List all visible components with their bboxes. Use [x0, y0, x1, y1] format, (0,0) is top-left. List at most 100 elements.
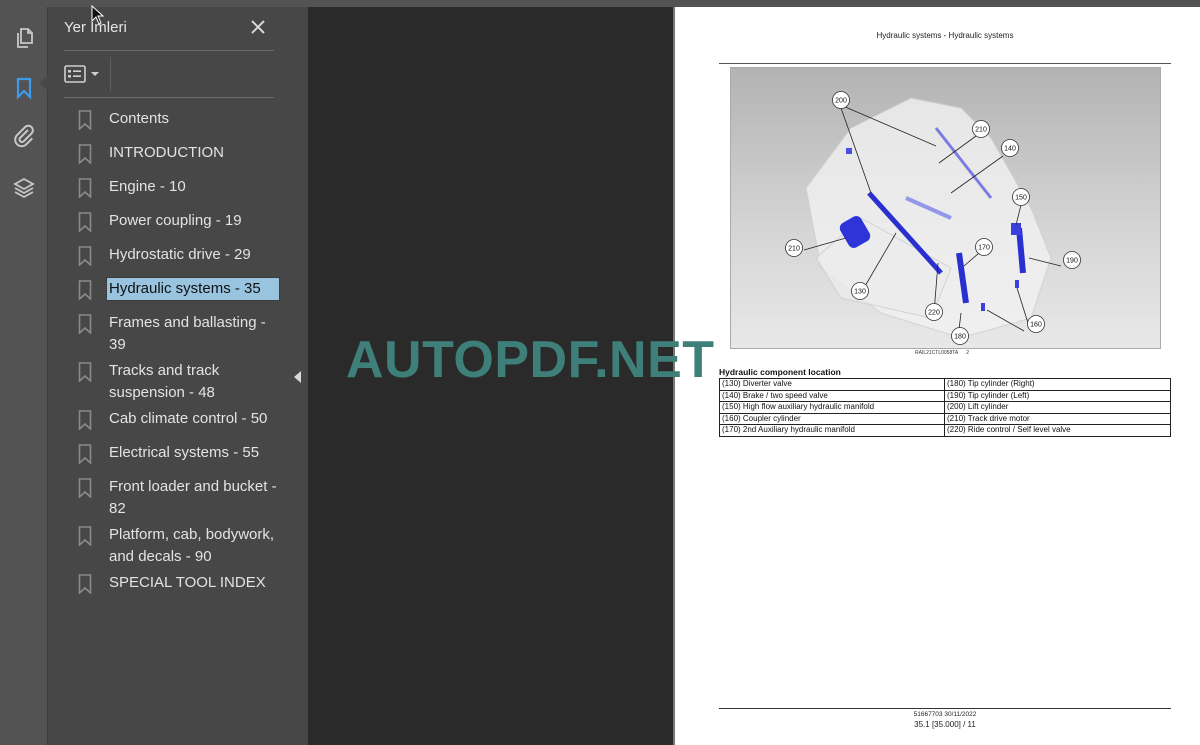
footer-rule: [719, 708, 1171, 709]
mouse-cursor-icon: [91, 5, 105, 25]
table-cell: (180) Tip cylinder (Right): [944, 378, 1171, 391]
bookmark-item-selected[interactable]: Hydraulic systems - 35: [78, 277, 288, 301]
svg-text:210: 210: [788, 246, 800, 253]
svg-text:190: 190: [1066, 258, 1078, 265]
table-row: (170) 2nd Auxiliary hydraulic manifold (2…: [719, 424, 1171, 437]
page-header: Hydraulic systems - Hydraulic systems: [876, 31, 1014, 40]
table-cell: (170) 2nd Auxiliary hydraulic manifold: [719, 424, 945, 437]
document-viewport-background: [308, 7, 673, 745]
svg-text:210: 210: [975, 127, 987, 134]
callout-160: 160: [1027, 315, 1045, 333]
list-options-icon: [64, 65, 86, 83]
bookmark-icon: [78, 444, 92, 464]
footer-page-number: 35.1 [35.000] / 11: [914, 720, 976, 729]
page-thumbnails-button[interactable]: [9, 23, 39, 53]
divider: [110, 57, 111, 91]
table-cell: (150) High flow auxiliary hydraulic mani…: [719, 401, 945, 414]
bookmarks-button[interactable]: [9, 73, 39, 103]
callout-140: 140: [1001, 139, 1019, 157]
attachments-button[interactable]: [9, 121, 39, 151]
sidebar-rail: [0, 7, 48, 745]
bookmark-item[interactable]: Platform, cab, bodywork, and decals - 90: [78, 524, 288, 567]
footer-doc-id: 51667703 30/11/2022: [913, 711, 977, 718]
bookmark-icon: [78, 212, 92, 232]
bookmark-item[interactable]: Front loader and bucket - 82: [78, 476, 288, 519]
bookmark-icon: [78, 362, 92, 382]
table-cell: (200) Lift cylinder: [944, 401, 1171, 414]
bookmark-item[interactable]: Hydrostatic drive - 29: [78, 244, 288, 266]
pdf-page: Hydraulic systems - Hydraulic systems 20…: [673, 7, 1200, 745]
callout-150: 150: [1012, 188, 1030, 206]
bookmark-icon: [78, 478, 92, 498]
svg-text:150: 150: [1015, 195, 1027, 202]
bookmark-icon: [78, 574, 92, 594]
bookmark-list: Contents INTRODUCTION Engine - 10 Power …: [78, 108, 288, 594]
bookmark-item[interactable]: Frames and ballasting - 39: [78, 312, 273, 355]
bookmark-icon: [78, 144, 92, 164]
table-cell: (160) Coupler cylinder: [719, 412, 945, 425]
bookmark-icon: [78, 526, 92, 546]
table-row: (160) Coupler cylinder (210) Track drive …: [719, 412, 1171, 425]
table-cell: (210) Track drive motor: [944, 412, 1171, 425]
bookmark-label: Tracks and track suspension - 48: [109, 362, 220, 401]
callout-220: 220: [925, 303, 943, 321]
divider: [64, 97, 274, 98]
bookmark-icon: [78, 246, 92, 266]
attachment-icon: [14, 124, 34, 148]
table-row: (130) Diverter valve (180) Tip cylinder (…: [719, 378, 1171, 391]
active-panel-pointer: [40, 75, 48, 91]
collapse-panel-arrow-icon[interactable]: [294, 371, 301, 383]
callout-210: 210: [785, 239, 803, 257]
close-icon: [251, 20, 265, 34]
svg-text:130: 130: [854, 289, 866, 296]
divider: [64, 50, 274, 51]
figure-caption: RAIL21CTL0058TA 2: [915, 350, 969, 356]
callout-200: 200: [832, 91, 850, 109]
bookmark-label: Power coupling - 19: [109, 212, 242, 229]
table-cell: (140) Brake / two speed valve: [719, 389, 945, 402]
bookmark-label: Cab climate control - 50: [109, 410, 268, 427]
bookmark-item[interactable]: Tracks and track suspension - 48: [78, 360, 253, 403]
callout-130: 130: [851, 282, 869, 300]
bookmark-label: Front loader and bucket - 82: [109, 478, 277, 517]
table-cell: (130) Diverter valve: [719, 378, 945, 391]
bookmark-icon: [78, 110, 92, 130]
bookmark-item[interactable]: SPECIAL TOOL INDEX: [78, 572, 288, 594]
hydraulic-component-figure: 200 210 140 150 190 170 210 130 220 180 …: [730, 67, 1161, 349]
svg-text:220: 220: [928, 310, 940, 317]
bookmark-item[interactable]: Power coupling - 19: [78, 210, 288, 232]
bookmark-item[interactable]: Engine - 10: [78, 176, 288, 198]
bookmarks-panel: Yer İmleri Contents INTRODUCTION Engine …: [48, 7, 289, 745]
header-rule: [719, 63, 1171, 64]
bookmark-icon: [78, 314, 92, 334]
figure-code: RAIL21CTL0058TA: [915, 350, 959, 356]
bookmark-label: Hydrostatic drive - 29: [109, 246, 251, 263]
callout-180: 180: [951, 327, 969, 345]
bookmark-icon: [78, 410, 92, 430]
close-panel-button[interactable]: [248, 17, 268, 37]
bookmark-icon: [16, 77, 32, 100]
layers-button[interactable]: [9, 173, 39, 203]
bookmark-item[interactable]: Contents: [78, 108, 288, 130]
table-title: Hydraulic component location: [719, 367, 841, 377]
figure-number: 2: [966, 350, 970, 356]
bookmark-label: INTRODUCTION: [109, 144, 224, 161]
table-row: (150) High flow auxiliary hydraulic mani…: [719, 401, 1171, 414]
svg-text:140: 140: [1004, 146, 1016, 153]
bookmark-item[interactable]: Electrical systems - 55: [78, 442, 288, 464]
svg-text:180: 180: [954, 334, 966, 341]
layers-icon: [13, 177, 35, 199]
table-row: (140) Brake / two speed valve (190) Tip c…: [719, 389, 1171, 402]
bookmark-item[interactable]: INTRODUCTION: [78, 142, 288, 164]
bookmark-label: Electrical systems - 55: [109, 444, 260, 461]
component-table: (130) Diverter valve (180) Tip cylinder (…: [719, 378, 1171, 437]
callout-210: 210: [972, 120, 990, 138]
bookmark-item[interactable]: Cab climate control - 50: [78, 408, 288, 430]
bookmark-options-dropdown[interactable]: [64, 62, 102, 86]
chevron-down-icon: [91, 72, 99, 76]
callout-170: 170: [975, 238, 993, 256]
bookmark-label: Platform, cab, bodywork, and decals - 90: [109, 526, 275, 565]
table-cell: (190) Tip cylinder (Left): [944, 389, 1171, 402]
bookmark-icon: [78, 280, 92, 300]
bookmark-label: Engine - 10: [109, 178, 186, 195]
